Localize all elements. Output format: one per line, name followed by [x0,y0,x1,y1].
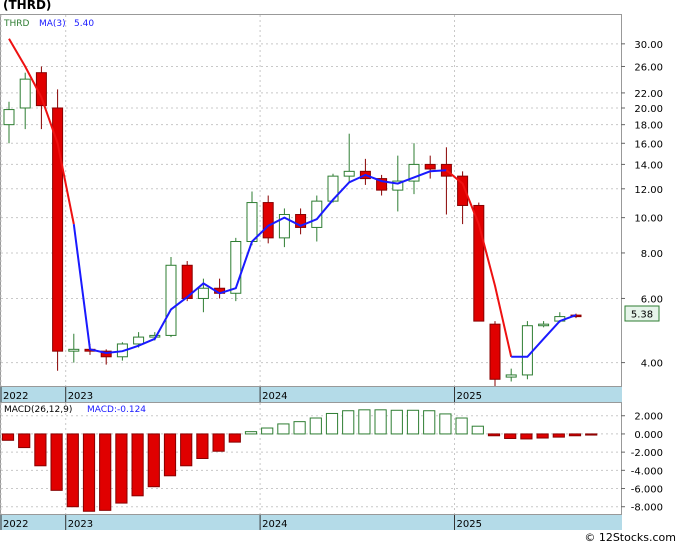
macd-bar-negative [1,433,15,441]
candle-body-up [343,170,355,177]
price-y-tick-label: 6.00 [641,294,663,305]
date-band-price [0,387,622,402]
price-y-tick-label: 22.00 [634,89,663,100]
macd-bar-negative [147,433,160,488]
macd-y-tick-label: 0.000 [634,430,663,441]
site-credit: © 12Stocks.com [584,531,676,544]
macd-bar-negative [520,433,533,440]
macd-panel: 2.000 0.000 -2.000 -4.000 -6.000 -8.000 MACD(… [0,402,663,515]
macd-bar-negative [552,433,565,438]
macd-bar-negative [180,433,193,467]
price-panel: 30.00 26.00 22.00 20.00 18.00 16.00 14.00 12.00… [0,14,663,387]
macd-y-tick-label: -8.000 [631,503,663,514]
candle-body-up [3,109,15,126]
macd-bar-negative [163,433,177,477]
macd-bar-negative [585,433,598,436]
candle-body-up [19,78,31,109]
candle-body-up [538,323,550,327]
macd-y-tick-label: -6.000 [631,485,663,496]
macd-bar-negative [50,433,63,491]
date-tick-label: 2025 [457,391,482,402]
date-tick-label: 2025 [457,519,482,530]
macd-bar-negative [115,433,128,504]
candle-body-down [262,202,274,239]
macd-bar-negative [228,433,241,443]
macd-bar-positive [277,423,290,435]
candle-body-up [133,336,145,345]
macd-y-tick-label: -4.000 [631,466,663,477]
macd-bar-negative [82,433,96,512]
date-tick-label: 2022 [3,519,28,530]
price-y-tick-label: 20.00 [634,104,663,115]
macd-bar-positive [293,421,306,435]
macd-y-tick-label: 2.000 [634,412,663,423]
macd-y-axis: 2.000 0.000 -2.000 -4.000 -6.000 -8.000 [621,412,663,514]
candle-body-up [197,287,209,299]
macd-y-tick-label: -2.000 [631,448,663,459]
macd-legend-label: MACD(26,12,9) [4,405,72,415]
date-tick-label: 2023 [68,519,93,530]
date-tick-label: 2023 [68,391,93,402]
macd-bar-negative [504,433,517,439]
macd-bar-positive [455,417,468,435]
last-price-label: 5.38 [631,310,653,321]
candle-body-down [424,163,436,170]
macd-bar-positive [374,409,387,435]
macd-bar-negative [99,433,112,511]
macd-bar-negative [536,433,549,439]
macd-bar-negative [34,433,47,467]
macd-bar-positive [423,410,436,435]
candle-body-up [165,264,177,336]
price-y-tick-label: 8.00 [641,249,663,260]
price-y-tick-label: 16.00 [634,139,663,150]
price-legend-symbol: THRD [3,19,30,29]
macd-bar-positive [439,413,452,435]
macd-bar-positive [325,412,339,435]
macd-bar-negative [568,433,582,437]
candle-body-up [505,374,517,378]
candle-body-up [246,202,258,243]
macd-bar-positive [471,425,484,435]
macd-legend-value: MACD:-0.124 [87,405,146,415]
price-y-tick-label: 14.00 [634,160,663,171]
price-y-tick-label: 30.00 [634,40,663,51]
price-legend-ma-value: 5.40 [74,19,94,29]
candle-body-up [521,325,533,376]
price-y-tick-label: 26.00 [634,62,663,73]
macd-bar-negative [487,433,501,437]
macd-bar-positive [309,417,322,435]
candle-body-up [68,348,80,352]
price-y-tick-label: 12.00 [634,185,663,196]
macd-bar-negative [66,433,79,508]
date-tick-label: 2024 [262,391,287,402]
price-legend-ma-label: MA(3) [39,19,66,29]
date-tick-label: 2022 [3,391,28,402]
macd-bar-positive [390,409,403,435]
macd-bar-positive [244,431,258,435]
date-band-macd [0,515,622,530]
price-y-tick-label: 18.00 [634,121,663,132]
macd-bar-positive [261,427,274,435]
macd-bar-negative [18,433,31,449]
macd-bar-negative [131,433,144,497]
macd-bar-negative [196,433,209,459]
macd-bar-positive [406,409,420,435]
macd-bar-negative [212,433,225,452]
stock-chart: 30.00 26.00 22.00 20.00 18.00 16.00 14.00 12.00… [0,14,663,530]
price-y-tick-label: 4.00 [641,359,663,370]
price-y-tick-label: 10.00 [634,214,663,225]
macd-bar-positive [342,410,355,435]
date-tick-label: 2024 [262,519,287,530]
macd-bar-positive [358,409,371,435]
candle-body-down [489,323,501,380]
